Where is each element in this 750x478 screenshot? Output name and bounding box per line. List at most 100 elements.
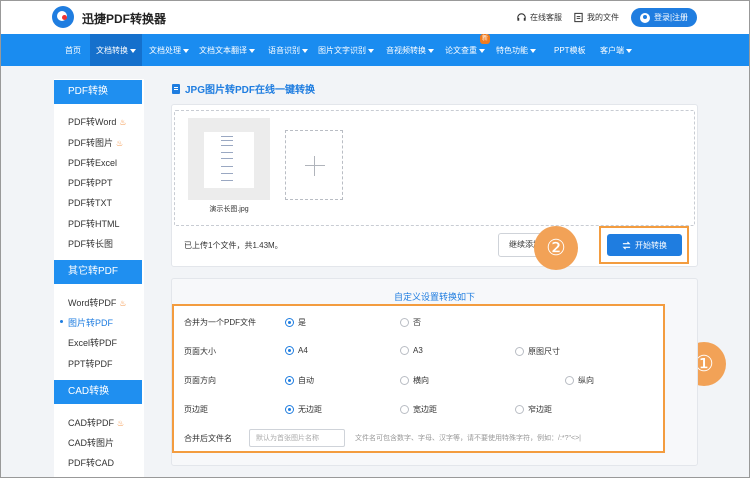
my-files-link[interactable]: 我的文件: [573, 12, 619, 23]
nav-speech-recognition[interactable]: 语音识别: [268, 45, 308, 56]
sidebar-heading-other-to-pdf: 其它转PDF: [54, 260, 142, 284]
radio-unchecked-icon: [515, 405, 524, 414]
online-service-label: 在线客服: [530, 13, 562, 22]
headset-icon: [517, 13, 526, 21]
option-label: 自动: [298, 376, 314, 385]
chevron-down-icon: [428, 48, 434, 53]
sidebar-item-pdf-to-html[interactable]: PDF转HTML: [68, 217, 120, 230]
hot-flame-icon: ♨: [117, 419, 125, 428]
hot-flame-icon: ♨: [116, 139, 124, 148]
sidebar-item-label: PDF转图片: [68, 138, 114, 148]
page-size-a3-radio[interactable]: A3: [400, 346, 423, 355]
nav-av-convert[interactable]: 音视频转换: [386, 45, 434, 56]
online-service-link[interactable]: 在线客服: [516, 12, 562, 23]
nav-image-ocr[interactable]: 图片文字识别: [318, 45, 374, 56]
option-label: A3: [413, 346, 423, 355]
preview-line: [221, 158, 233, 159]
sidebar-item-cad-to-pdf[interactable]: CAD转PDF ♨: [68, 416, 124, 429]
sidebar-item-cad-to-image[interactable]: CAD转图片: [68, 436, 114, 449]
merge-no-radio[interactable]: 否: [400, 317, 421, 328]
sidebar-item-pdf-to-long-image[interactable]: PDF转长图: [68, 237, 113, 250]
orientation-label: 页面方向: [184, 376, 216, 385]
orientation-landscape-radio[interactable]: 横向: [400, 375, 429, 386]
nav-home[interactable]: 首页: [65, 45, 81, 56]
filename-hint: 文件名可包含数字、字母、汉字等，请不要使用特殊字符，例如：/:*?"<>|: [355, 435, 581, 442]
option-label: 宽边距: [413, 405, 437, 414]
chevron-down-icon: [183, 48, 189, 53]
radio-checked-icon: [285, 318, 294, 327]
margin-narrow-radio[interactable]: 窄边距: [515, 404, 552, 415]
radio-checked-icon: [285, 346, 294, 355]
nav-doc-convert-label: 文档转换: [96, 46, 128, 55]
radio-unchecked-icon: [515, 347, 524, 356]
option-label: 无边距: [298, 405, 322, 414]
chevron-down-icon: [479, 48, 485, 53]
chevron-down-icon: [130, 48, 136, 53]
swap-arrows-icon: [622, 241, 631, 249]
add-file-plus-icon[interactable]: [285, 130, 343, 200]
radio-unchecked-icon: [400, 318, 409, 327]
sidebar-item-label: CAD转PDF: [68, 418, 115, 428]
merge-yes-radio[interactable]: 是: [285, 317, 306, 328]
login-register-label: 登录|注册: [653, 13, 689, 22]
nav-ppt-templates[interactable]: PPT模板: [554, 45, 586, 56]
sidebar-item-pdf-to-cad[interactable]: PDF转CAD: [68, 456, 114, 469]
nav-client[interactable]: 客户端: [600, 45, 632, 56]
merge-label: 合并为一个PDF文件: [184, 318, 256, 327]
radio-unchecked-icon: [400, 346, 409, 355]
preview-line: [221, 140, 233, 141]
preview-line: [221, 180, 233, 181]
nav-thesis-check[interactable]: 论文查重: [445, 45, 485, 56]
callout-step-2: ②: [534, 226, 578, 270]
login-register-button[interactable]: 登录|注册: [631, 8, 697, 27]
sidebar-item-pdf-to-txt[interactable]: PDF转TXT: [68, 196, 112, 209]
radio-checked-icon: [285, 405, 294, 414]
sidebar-heading-pdf-convert: PDF转换: [54, 80, 142, 104]
page-title: JPG图片转PDF在线一键转换: [172, 81, 315, 96]
orientation-portrait-radio[interactable]: 纵向: [565, 375, 594, 386]
nav-doc-process[interactable]: 文档处理: [149, 45, 189, 56]
nav-thesis-check-label: 论文查重: [445, 46, 477, 55]
sidebar-item-image-to-pdf[interactable]: 图片转PDF: [59, 316, 113, 329]
nav-features[interactable]: 特色功能: [496, 45, 536, 56]
chevron-down-icon: [368, 48, 374, 53]
nav-doc-convert[interactable]: 文档转换: [90, 34, 142, 66]
brand-logo-icon[interactable]: [52, 6, 76, 30]
margin-none-radio[interactable]: 无边距: [285, 404, 322, 415]
preview-line: [221, 136, 233, 137]
brand-name[interactable]: 迅捷PDF转换器: [82, 10, 166, 27]
start-convert-button[interactable]: 开始转换: [607, 234, 682, 256]
sidebar-item-excel-to-pdf[interactable]: Excel转PDF: [68, 336, 117, 349]
upload-status: 已上传1个文件，共1.43M。: [184, 241, 283, 250]
option-label: 原图尺寸: [528, 347, 560, 356]
page-title-text: JPG图片转PDF在线一键转换: [185, 85, 316, 96]
page-size-label: 页面大小: [184, 347, 216, 356]
sidebar-item-ppt-to-pdf[interactable]: PPT转PDF: [68, 357, 113, 370]
sidebar-heading-cad-convert: CAD转换: [54, 380, 142, 404]
new-badge: 新: [480, 34, 490, 44]
page-size-original-radio[interactable]: 原图尺寸: [515, 346, 560, 357]
sidebar-item-label: PDF转Word: [68, 117, 117, 127]
sidebar-item-pdf-to-excel[interactable]: PDF转Excel: [68, 156, 117, 169]
filename-label: 合并后文件名: [184, 434, 232, 443]
orientation-auto-radio[interactable]: 自动: [285, 375, 314, 386]
nav-doc-translate[interactable]: 文档文本翻译: [199, 45, 255, 56]
document-icon: [172, 83, 180, 94]
sidebar: PDF转换 PDF转Word ♨ PDF转图片 ♨ PDF转Excel PDF转PP…: [54, 79, 144, 478]
margin-wide-radio[interactable]: 宽边距: [400, 404, 437, 415]
nav-client-label: 客户端: [600, 46, 624, 55]
filename-input[interactable]: [249, 429, 345, 447]
sidebar-item-word-to-pdf[interactable]: Word转PDF ♨: [68, 296, 127, 309]
radio-unchecked-icon: [400, 405, 409, 414]
settings-title: 自定义设置转换如下: [393, 292, 475, 302]
nav-image-ocr-label: 图片文字识别: [318, 46, 366, 55]
sidebar-item-pdf-to-ppt[interactable]: PDF转PPT: [68, 176, 113, 189]
preview-line: [221, 152, 233, 153]
file-name: 演示长图.jpg: [209, 206, 249, 213]
sidebar-item-pdf-to-image[interactable]: PDF转图片 ♨: [68, 136, 123, 149]
nav-doc-translate-label: 文档文本翻译: [199, 46, 247, 55]
option-label: 是: [298, 318, 306, 327]
radio-checked-icon: [285, 376, 294, 385]
page-size-a4-radio[interactable]: A4: [285, 346, 308, 355]
sidebar-item-pdf-to-word[interactable]: PDF转Word ♨: [68, 115, 127, 128]
